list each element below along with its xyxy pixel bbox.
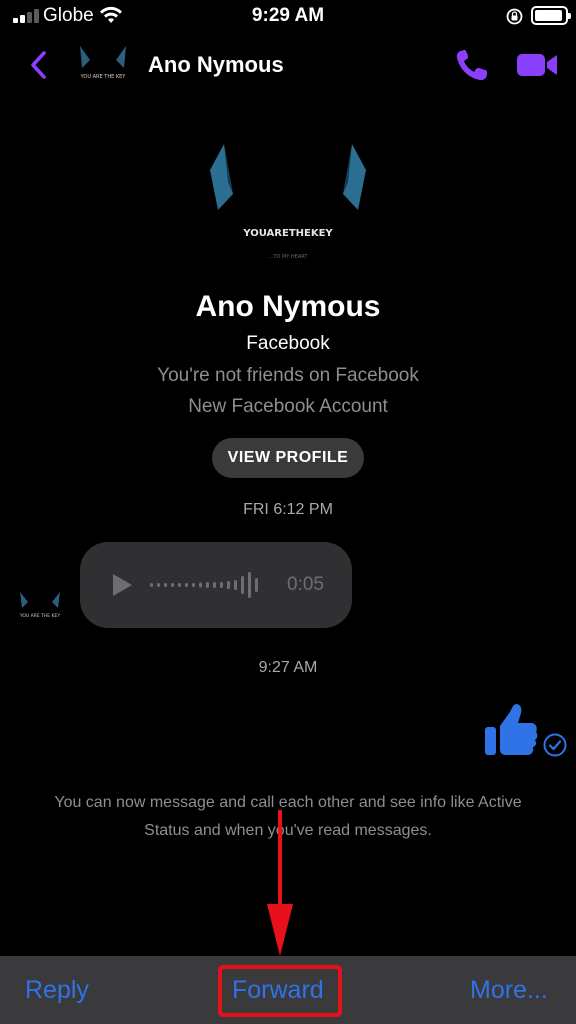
- account-note: New Facebook Account: [188, 396, 388, 417]
- sent-check-icon: [543, 733, 567, 757]
- battery-icon: [531, 6, 571, 25]
- voice-duration: 0:05: [287, 574, 324, 595]
- svg-text:YOU ARE THE KEY: YOU ARE THE KEY: [80, 74, 127, 80]
- message-timestamp-2: 9:27 AM: [258, 659, 318, 676]
- annotation-arrow-icon: [267, 810, 293, 956]
- friend-status: You're not friends on Facebook: [157, 365, 419, 386]
- avatar-subcaption: ...TO MY HEART: [269, 254, 309, 260]
- forward-button[interactable]: Forward: [232, 976, 324, 1005]
- video-camera-icon[interactable]: [514, 48, 560, 82]
- profile-platform: Facebook: [246, 333, 330, 354]
- status-bar: Globe 9:29 AM: [0, 0, 576, 34]
- voice-message[interactable]: 0:05: [80, 542, 352, 628]
- waveform-icon: [150, 572, 258, 598]
- avatar-caption: YOUARETHEKEY: [242, 228, 333, 239]
- status-time: 9:29 AM: [251, 5, 325, 26]
- rotation-lock-icon: [506, 8, 523, 25]
- svg-text:YOU ARE THE KEY: YOU ARE THE KEY: [19, 613, 60, 619]
- chat-header: YOU ARE THE KEY Ano Nymous: [0, 34, 576, 96]
- contact-avatar[interactable]: YOU ARE THE KEY: [72, 42, 134, 88]
- thumbs-up-icon[interactable]: [482, 700, 540, 760]
- phone-icon[interactable]: [452, 48, 490, 82]
- view-profile-button[interactable]: VIEW PROFILE: [212, 438, 364, 478]
- profile-avatar[interactable]: YOUARETHEKEY ...TO MY HEART: [188, 132, 388, 274]
- message-timestamp: FRI 6:12 PM: [243, 501, 333, 518]
- bottom-toolbar: Reply Forward More...: [0, 956, 576, 1024]
- reply-button[interactable]: Reply: [25, 976, 89, 1005]
- play-icon[interactable]: [110, 573, 134, 597]
- contact-name[interactable]: Ano Nymous: [148, 52, 284, 78]
- chevron-left-icon[interactable]: [24, 48, 54, 82]
- sender-avatar[interactable]: YOU ARE THE KEY: [14, 588, 66, 626]
- more-button[interactable]: More...: [470, 976, 548, 1005]
- battery-level: [535, 10, 562, 21]
- profile-name: Ano Nymous: [195, 290, 381, 323]
